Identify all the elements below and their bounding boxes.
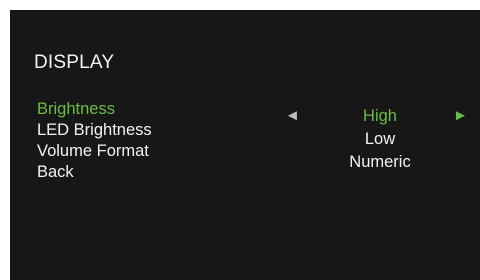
- value-volume-format[interactable]: Numeric: [330, 151, 430, 174]
- menu-item-brightness[interactable]: Brightness: [37, 99, 152, 120]
- right-arrow-icon[interactable]: ►: [453, 106, 468, 126]
- left-arrow-icon[interactable]: ◄: [285, 106, 300, 126]
- menu-item-volume-format[interactable]: Volume Format: [37, 141, 152, 162]
- value-brightness[interactable]: High: [330, 105, 430, 128]
- value-led-brightness[interactable]: Low: [330, 128, 430, 151]
- settings-menu: Brightness LED Brightness Volume Format …: [37, 99, 152, 183]
- menu-item-back[interactable]: Back: [37, 162, 152, 183]
- setting-values: High Low Numeric: [330, 105, 430, 174]
- display-settings-screen: DISPLAY Brightness LED Brightness Volume…: [10, 10, 480, 280]
- menu-item-led-brightness[interactable]: LED Brightness: [37, 120, 152, 141]
- page-title: DISPLAY: [34, 52, 115, 73]
